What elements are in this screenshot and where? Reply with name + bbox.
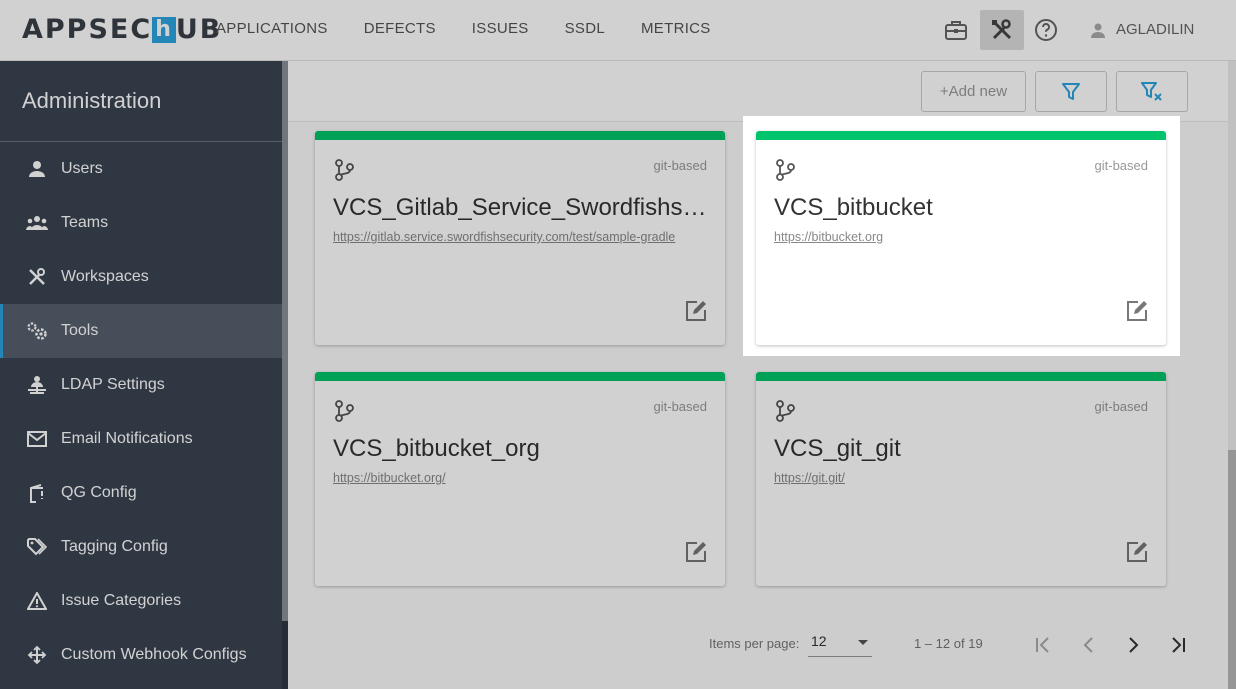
- items-per-page-select[interactable]: 12: [808, 633, 872, 657]
- chevron-down-icon: [858, 640, 868, 645]
- sidebar-item-qg-config[interactable]: QG Config: [0, 466, 282, 520]
- username: AGLADILIN: [1116, 21, 1195, 38]
- tool-card[interactable]: git-based VCS_bitbucket_org https://bitb…: [315, 372, 725, 586]
- tool-type: git-based: [1094, 158, 1148, 173]
- add-new-button[interactable]: +Add new: [921, 71, 1026, 112]
- edit-icon[interactable]: [1126, 541, 1148, 568]
- user-icon: [1091, 23, 1105, 38]
- first-page-button[interactable]: [1031, 633, 1055, 657]
- branch-icon: [774, 400, 796, 427]
- tool-card-highlighted[interactable]: git-based VCS_bitbucket https://bitbucke…: [756, 131, 1166, 345]
- edit-icon[interactable]: [685, 541, 707, 568]
- chevron-right-icon: [1129, 637, 1139, 653]
- items-per-page-value: 12: [811, 633, 827, 649]
- tool-type: git-based: [653, 399, 707, 414]
- tag-icon: [24, 538, 50, 556]
- previous-page-button[interactable]: [1077, 633, 1101, 657]
- chevron-left-icon: [1083, 637, 1093, 653]
- sidebar-item-workspaces[interactable]: Workspaces: [0, 250, 282, 304]
- next-page-button[interactable]: [1121, 633, 1145, 657]
- sidebar-scrollbar-thumb[interactable]: [282, 61, 288, 621]
- content-toolbar: +Add new: [288, 61, 1228, 122]
- sidebar-item-label: Workspaces: [61, 268, 149, 285]
- edit-icon[interactable]: [685, 300, 707, 327]
- tool-url-link[interactable]: https://bitbucket.org/: [333, 471, 708, 485]
- card-status-bar: [315, 131, 725, 140]
- first-page-icon: [1036, 637, 1049, 653]
- tool-url-link[interactable]: https://bitbucket.org: [774, 230, 1149, 244]
- card-status-bar: [315, 372, 725, 381]
- filter-icon: [1062, 82, 1080, 100]
- main-nav: APPLICATIONS DEFECTS ISSUES SSDL METRICS: [216, 20, 747, 37]
- sidebar-item-ldap-settings[interactable]: LDAP Settings: [0, 358, 282, 412]
- help-icon[interactable]: [1024, 10, 1068, 50]
- branch-icon: [333, 159, 355, 186]
- top-bar: APPSEC h UB APPLICATIONS DEFECTS ISSUES SS…: [0, 0, 1236, 61]
- sidebar-item-label: Email Notifications: [61, 430, 193, 447]
- admin-sidebar: Administration Users Teams Workspaces To…: [0, 61, 282, 689]
- tool-name: VCS_git_git: [774, 435, 901, 462]
- sidebar-item-label: QG Config: [61, 484, 137, 501]
- sidebar-item-label: Custom Webhook Configs: [61, 646, 247, 663]
- user-menu[interactable]: AGLADILIN: [1090, 21, 1194, 38]
- sidebar-item-label: Teams: [61, 214, 109, 231]
- card-status-bar: [756, 372, 1166, 381]
- tool-card[interactable]: git-based VCS_Gitlab_Service_Swordfishse…: [315, 131, 725, 345]
- nav-defects[interactable]: DEFECTS: [364, 20, 436, 37]
- warning-icon: [24, 592, 50, 610]
- webhook-icon: [24, 645, 50, 665]
- app-logo[interactable]: APPSEC h UB: [22, 14, 222, 45]
- main-scrollbar-thumb[interactable]: [1228, 450, 1236, 689]
- briefcase-icon[interactable]: [934, 10, 978, 50]
- last-page-icon: [1172, 637, 1185, 653]
- nav-applications[interactable]: APPLICATIONS: [216, 20, 328, 37]
- clear-filter-button[interactable]: [1116, 71, 1188, 112]
- sidebar-item-label: Tagging Config: [61, 538, 168, 555]
- clear-filter-icon: [1141, 81, 1162, 101]
- edit-icon[interactable]: [1126, 300, 1148, 327]
- tool-type: git-based: [1094, 399, 1148, 414]
- nav-ssdl[interactable]: SSDL: [565, 20, 605, 37]
- sidebar-title: Administration: [0, 61, 282, 142]
- tool-type: git-based: [653, 158, 707, 173]
- nav-metrics[interactable]: METRICS: [641, 20, 711, 37]
- sidebar-item-tagging-config[interactable]: Tagging Config: [0, 520, 282, 574]
- sidebar-item-tools[interactable]: Tools: [0, 304, 282, 358]
- crane-icon: [24, 483, 50, 503]
- tool-name: VCS_Gitlab_Service_Swordfishsecurity: [333, 194, 708, 221]
- mail-icon: [24, 431, 50, 447]
- tools-icon[interactable]: [980, 10, 1024, 50]
- tool-name: VCS_bitbucket_org: [333, 435, 540, 462]
- sidebar-item-email-notifications[interactable]: Email Notifications: [0, 412, 282, 466]
- sidebar-item-label: LDAP Settings: [61, 376, 165, 393]
- sidebar-item-issue-categories[interactable]: Issue Categories: [0, 574, 282, 628]
- nav-issues[interactable]: ISSUES: [472, 20, 529, 37]
- card-status-bar: [756, 131, 1166, 140]
- branch-icon: [774, 159, 796, 186]
- ldap-icon: [24, 375, 50, 395]
- filter-button[interactable]: [1035, 71, 1107, 112]
- branch-icon: [333, 400, 355, 427]
- group-icon: [24, 215, 50, 231]
- tool-name: VCS_bitbucket: [774, 194, 933, 221]
- sidebar-item-label: Tools: [61, 322, 99, 339]
- workspaces-icon: [24, 267, 50, 287]
- gears-icon: [24, 321, 50, 341]
- items-per-page-label: Items per page:: [709, 636, 800, 651]
- sidebar-item-label: Issue Categories: [61, 592, 182, 609]
- sidebar-item-label: Users: [61, 160, 103, 177]
- tool-card[interactable]: git-based VCS_git_git https://git.git/: [756, 372, 1166, 586]
- tool-url-link[interactable]: https://git.git/: [774, 471, 1149, 485]
- last-page-button[interactable]: [1166, 633, 1190, 657]
- tool-url-link[interactable]: https://gitlab.service.swordfishsecurity…: [333, 230, 708, 244]
- sidebar-item-custom-webhook-configs[interactable]: Custom Webhook Configs: [0, 628, 282, 682]
- person-icon: [24, 160, 50, 178]
- page-range: 1 – 12 of 19: [914, 636, 983, 651]
- sidebar-item-teams[interactable]: Teams: [0, 196, 282, 250]
- sidebar-item-users[interactable]: Users: [0, 142, 282, 196]
